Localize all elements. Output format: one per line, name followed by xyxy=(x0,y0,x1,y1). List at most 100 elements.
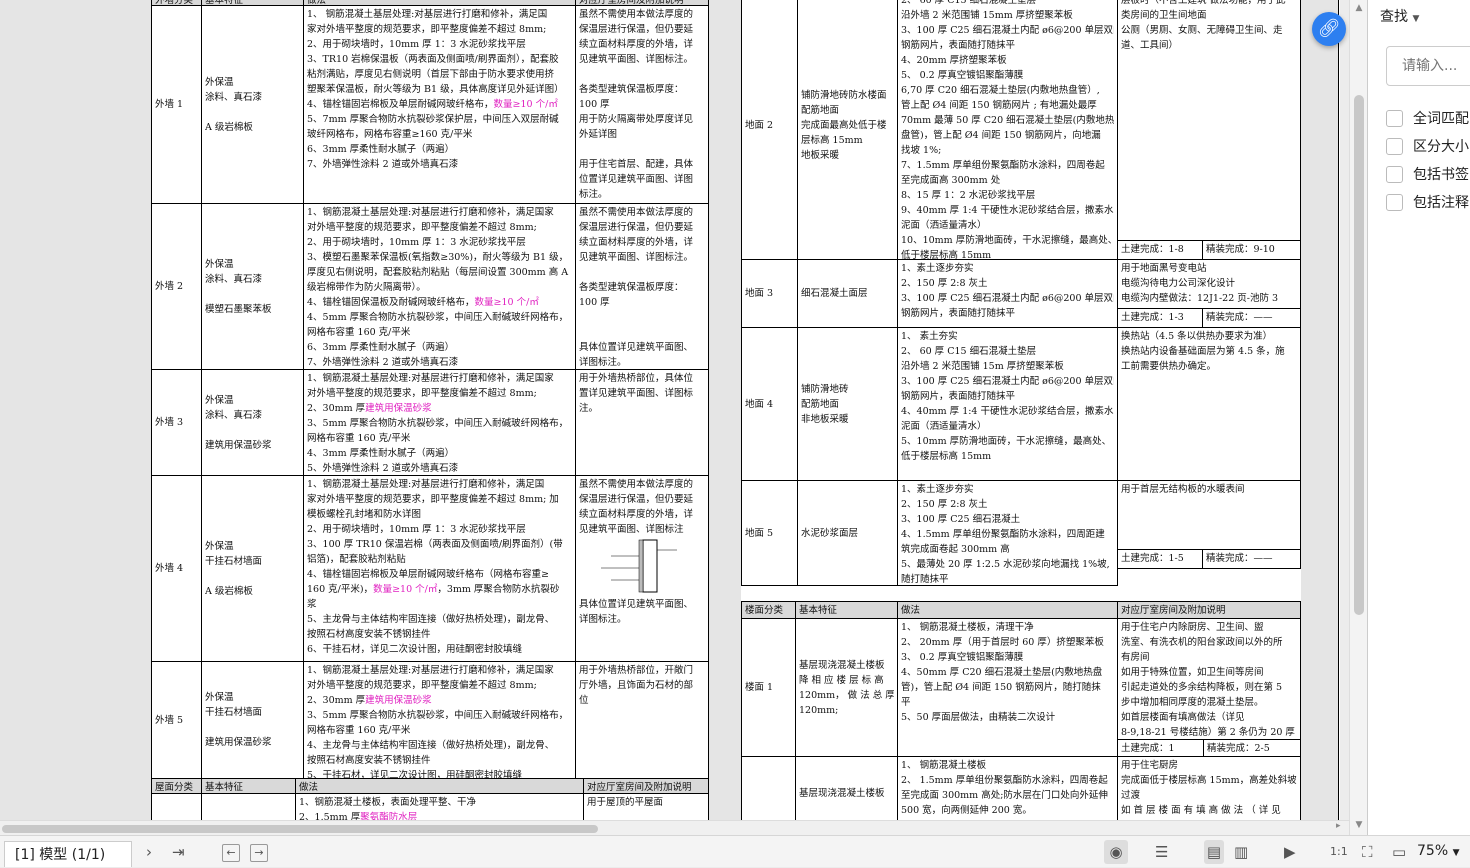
nav-next-icon[interactable]: › xyxy=(146,840,152,864)
cell-text: 涂料、真石漆 xyxy=(205,409,263,421)
actual-size-icon[interactable]: 1:1 xyxy=(1330,840,1348,864)
option-whole-word[interactable]: 全词匹配 xyxy=(1386,108,1469,128)
back-icon[interactable]: ← xyxy=(222,844,240,862)
cell-text: 2、 1.5mm 厚单组份聚氨酯防水涂料，四周卷起 xyxy=(901,775,1108,786)
cell-text: 6,70 厚 C20 细石混凝土垫层(内敷地热盘管）, xyxy=(901,85,1100,96)
cell-text: 层板时（不含上建筑 做法功能，用于此 xyxy=(1121,0,1286,6)
cell-text: 地面 3 xyxy=(745,288,774,299)
cell-text: 对应厅室房间及附加说明 xyxy=(587,782,692,793)
cell-text: 3、100 厚 C25 细石混凝土内配 ø6@200 单层双向 xyxy=(901,293,1114,304)
cell-text: 用于外墙热桥部位，具体位 xyxy=(579,373,694,384)
cell-text: 虽然不需使用本做法厚度的 xyxy=(579,9,694,20)
wall-method-cell: 1、钢筋混凝土基层处理:对基层进行打磨和修补，满足国家 对外墙平整度的规范要求，… xyxy=(303,661,576,779)
cell-text: 过渡 xyxy=(1121,790,1141,801)
cell-text: 3、100 厚 C25 细石混凝土 xyxy=(901,514,1021,525)
cell-text: 5、主龙骨与主体结构牢固连接（做好热桥处理)，副龙骨、 xyxy=(307,614,555,625)
cell-text: 找坡 1%; xyxy=(901,145,942,156)
scroll-down-icon[interactable]: ▼ xyxy=(1350,820,1368,830)
forward-icon[interactable]: → xyxy=(250,844,268,862)
cell-text: 5、外墙弹性涂料 2 道或外墙真石漆 xyxy=(307,463,459,474)
drawing-canvas[interactable]: 外墙分类 基本特征 做法 对应厅室房间及附加说明 外墙 1 外保温 涂料、真石漆 A 级岩棉… xyxy=(0,0,1340,820)
two-page-icon[interactable]: ▥ xyxy=(1234,840,1248,864)
checkbox[interactable] xyxy=(1386,193,1403,211)
play-icon[interactable]: ▶ xyxy=(1284,840,1296,864)
cell-text: 2、用于砌块墙时，10mm 厚 1：3 水泥砂浆找平层 xyxy=(307,524,526,535)
cell-text: 建筑用保温砂浆 xyxy=(205,737,272,748)
slab-name-cell xyxy=(741,756,796,820)
cell-text: 2、30mm 厚建筑用保温砂浆 xyxy=(307,403,432,414)
horizontal-scroll-thumb[interactable] xyxy=(2,825,598,833)
wall-feature-cell: 外保温 干挂石材墙面 建筑用保温砂浆 xyxy=(201,661,304,779)
cell-text: 网格布容重 160 克/平米 xyxy=(307,433,411,444)
cell-text: 置详见建筑平面图、详图标 xyxy=(579,388,694,399)
cell-text: 土建完成：1-3 xyxy=(1121,312,1184,323)
eye-icon[interactable]: ◉ xyxy=(1104,840,1128,864)
cell-text: 6、干挂石材，详见二次设计图，用硅酮密封胶填缝 xyxy=(307,644,523,655)
cell-text: 具体位置详见建筑平面图、 xyxy=(579,599,694,610)
cell-text: 管上配 Ø4 间距 150 钢筋网片 ; 有地漏处最厚 xyxy=(901,100,1097,111)
cell-text: 虽然不需使用本做法厚度的 xyxy=(579,479,694,490)
cell-text: 各类型建筑保温板厚度： xyxy=(579,84,684,95)
scroll-up-icon[interactable]: ▲ xyxy=(1350,3,1368,13)
cell-text: 钢筋网片，表面随打随抹平 xyxy=(901,40,1016,51)
page-view-icon[interactable]: ▤ xyxy=(1204,840,1224,864)
cell-text: 8-9,18-21 号楼结施）第 2 条仍为 20 厚 xyxy=(1121,727,1295,738)
cell-text: 见建筑平面图、详图标注。 xyxy=(579,252,694,263)
cell-text: 模板螺栓孔封堵和防水详图 xyxy=(307,509,422,520)
search-input[interactable] xyxy=(1386,46,1470,86)
link-fab-button[interactable]: 🔗︎ xyxy=(1312,12,1346,46)
cell-text: 3、 0.2 厚真空镀铝聚酯薄膜 xyxy=(901,652,1024,663)
horizontal-scrollbar[interactable]: ▸ xyxy=(0,820,1349,835)
vertical-scroll-thumb[interactable] xyxy=(1354,95,1364,615)
scroll-right-icon[interactable]: ▸ xyxy=(1336,821,1341,831)
status-civil-cell: 土建完成：1-3 xyxy=(1117,308,1203,328)
cell-text: 160 克/平米)，数量≥10 个/㎡，3mm 厚聚合物防水抗裂砂 xyxy=(307,584,560,595)
wall-feature-cell: 外保温 涂料、真石漆 模塑石墨聚苯板 xyxy=(201,203,304,370)
zoom-level[interactable]: 75% ▼ xyxy=(1417,843,1460,859)
checkbox[interactable] xyxy=(1386,109,1403,127)
fit-page-icon[interactable]: ⛶ xyxy=(1362,840,1373,864)
nav-last-icon[interactable]: ⇥ xyxy=(172,840,185,864)
floor-note-cell: 用于地面黑号变电站 电缆沟待电力公司深化设计 电缆沟内壁做法：12J1-22 页-池… xyxy=(1117,259,1301,309)
option-match-case[interactable]: 区分大小写 xyxy=(1386,136,1470,156)
cell-text: 铺防滑地砖 xyxy=(801,383,849,395)
option-include-bookmarks[interactable]: 包括书签 xyxy=(1386,164,1469,184)
cell-text: 1、素土逐步夯实 xyxy=(901,263,974,274)
cell-text: 外保温 xyxy=(205,394,234,406)
cell-text: 用于屋顶的平屋面 xyxy=(587,797,664,808)
cell-text: 5、50 厚面层做法，由精装二次设计 xyxy=(901,712,1056,723)
cell-text: 地面 5 xyxy=(745,527,774,539)
find-title[interactable]: 查找 ▼ xyxy=(1380,6,1419,26)
cell-text: 公厕（男厕、女厕、无障碍卫生间、走 xyxy=(1121,25,1283,36)
cell-text: 100 厚 xyxy=(579,297,610,308)
cell-text: 做法 xyxy=(901,605,921,616)
status-finish-cell: 精装完成：9-10 xyxy=(1202,240,1301,260)
cell-text: 厅外墙，且饰面为石材的部 xyxy=(579,680,694,691)
cell-text: 洗室、有洗衣机的阳台家政间以外的所 xyxy=(1121,637,1283,648)
slab-method-cell: 1、 钢筋混凝土楼板 2、 1.5mm 厚单组份聚氨酯防水涂料，四周卷起 至完成面 … xyxy=(897,756,1118,820)
cell-text: 见建筑平面图、详图标注 xyxy=(579,524,684,535)
layout-icon[interactable]: ☰ xyxy=(1155,840,1168,864)
wall-method-cell: 1、钢筋混凝土基层处理:对基层进行打磨和修补，满足国家 对外墙平整度的规范要求，… xyxy=(303,369,576,476)
cell-text: 模塑石墨聚苯板 xyxy=(205,303,272,315)
option-include-comments[interactable]: 包括注释 xyxy=(1386,192,1469,212)
wall-name-cell: 外墙 4 xyxy=(151,475,202,662)
cell-text: 2、用于砌块墙时，10mm 厚 1：3 水泥砂浆找平层 xyxy=(307,39,526,50)
checkbox[interactable] xyxy=(1386,165,1403,183)
checkbox[interactable] xyxy=(1386,137,1403,155)
cell-text xyxy=(205,720,300,735)
cell-text: 铝箔)，配套胶粘剂粘贴 xyxy=(307,554,406,565)
cell-text: 位置详见建筑平面图、详图 xyxy=(579,174,694,185)
wall-method-cell: 1、钢筋混凝土基层处理:对基层进行打磨和修补，满足国 家对外墙平整度的规范要求，即… xyxy=(303,475,576,662)
model-tab[interactable]: [1] 模型 (1/1) xyxy=(4,841,132,867)
cell-text: 步中增加相同厚度的混凝土垫层。 xyxy=(1121,697,1264,708)
zoom-icon[interactable]: ▭ xyxy=(1392,840,1406,864)
wall-note-cell: 虽然不需使用本做法厚度的 保温层进行保温，但仍要延 续立面材料厚度的外墙，详 见建筑平… xyxy=(575,5,709,204)
cell-text: 2、 60 厚 C15 细石混凝土垫层 xyxy=(901,0,1037,6)
vertical-scrollbar[interactable]: ▲ ▼ xyxy=(1349,0,1367,835)
cell-text xyxy=(205,423,300,438)
wall-method-cell: 1、钢筋混凝土基层处理:对基层进行打磨和修补，满足国家 对外墙平整度的规范要求，… xyxy=(303,203,576,370)
cell-text: 外墙 4 xyxy=(155,563,184,574)
cell-text: 至完成面高 300mm 处 xyxy=(901,175,1001,186)
cell-text: 2、1.5mm 厚聚氨酯防水层 xyxy=(299,812,418,820)
